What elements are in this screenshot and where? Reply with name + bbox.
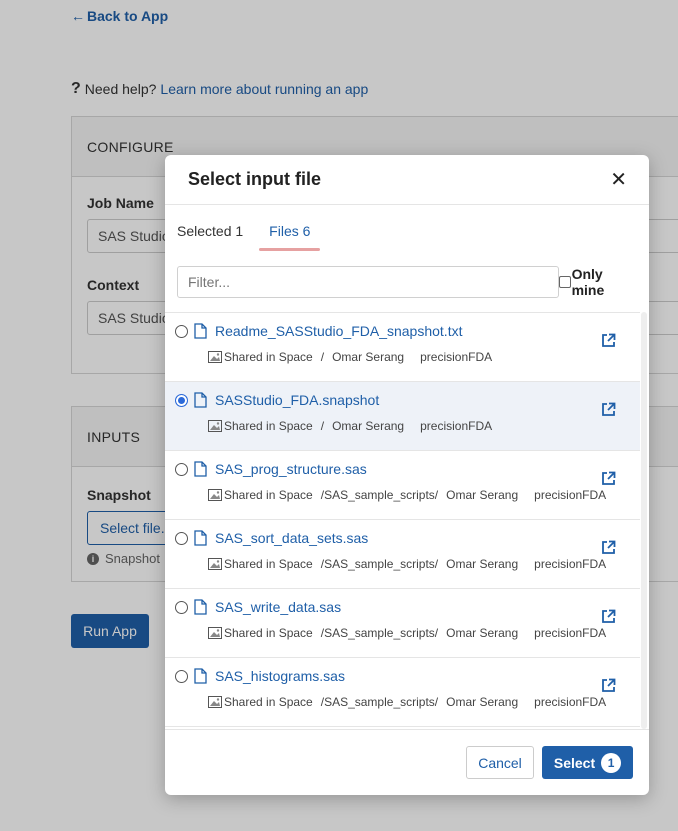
file-meta: Shared in Space/SAS_sample_scripts/Omar … <box>208 557 606 571</box>
file-owner: Omar Serang <box>446 695 519 709</box>
file-row[interactable]: SAS_sort_data_sets.sas Shared in Space/SA… <box>165 520 640 589</box>
only-mine-toggle[interactable]: Only mine <box>558 266 639 298</box>
file-icon <box>194 599 207 615</box>
file-org: precisionFDA <box>534 557 607 571</box>
external-link-icon[interactable] <box>601 609 616 624</box>
file-list-scrollbar[interactable] <box>641 312 647 729</box>
select-button[interactable]: Select 1 <box>542 746 633 779</box>
file-owner: Omar Serang <box>446 557 519 571</box>
image-placeholder-icon <box>208 696 222 708</box>
external-link-icon[interactable] <box>601 678 616 693</box>
file-path: / <box>320 419 325 433</box>
file-org: precisionFDA <box>420 419 493 433</box>
file-org: precisionFDA <box>534 695 607 709</box>
select-input-file-modal: Select input file ✕ Selected 1 Files 6 O… <box>165 155 649 795</box>
file-icon <box>194 392 207 408</box>
file-org: precisionFDA <box>534 488 607 502</box>
image-placeholder-icon <box>208 489 222 501</box>
only-mine-checkbox[interactable] <box>558 276 571 288</box>
file-row[interactable]: Readme_SASStudio_FDA_snapshot.txt Shared … <box>165 313 640 382</box>
file-row[interactable]: SAS_histograms.sas Shared in Space/SAS_sa… <box>165 658 640 727</box>
selected-count-badge: 1 <box>601 752 622 773</box>
external-link-icon[interactable] <box>601 540 616 555</box>
external-link-icon[interactable] <box>601 333 616 348</box>
tab-files[interactable]: Files 6 <box>259 223 321 251</box>
file-row[interactable]: SAS_write_data.sas Shared in Space/SAS_sa… <box>165 589 640 658</box>
external-link-icon[interactable] <box>601 402 616 417</box>
file-path: /SAS_sample_scripts/ <box>320 557 439 571</box>
file-radio[interactable] <box>175 463 188 476</box>
file-scope: Shared in Space <box>224 557 313 571</box>
file-name[interactable]: SASStudio_FDA.snapshot <box>215 392 379 408</box>
cancel-button[interactable]: Cancel <box>466 746 534 779</box>
file-radio[interactable] <box>175 325 188 338</box>
file-scope: Shared in Space <box>224 419 313 433</box>
file-name[interactable]: Readme_SASStudio_FDA_snapshot.txt <box>215 323 462 339</box>
file-owner: Omar Serang <box>446 488 519 502</box>
file-list: Readme_SASStudio_FDA_snapshot.txt Shared … <box>165 312 640 729</box>
file-owner: Omar Serang <box>446 626 519 640</box>
file-row[interactable]: SASStudio_FDA.snapshot Shared in Space / Om… <box>165 382 640 451</box>
file-org: precisionFDA <box>420 350 493 364</box>
filter-row: Only mine <box>177 266 639 298</box>
file-radio[interactable] <box>175 532 188 545</box>
only-mine-label: Only mine <box>571 266 605 298</box>
image-placeholder-icon <box>208 351 222 363</box>
file-meta: Shared in Space / Omar Serang precisionFDA <box>208 419 492 433</box>
file-meta: Shared in Space/SAS_sample_scripts/Omar … <box>208 488 606 502</box>
modal-footer: Cancel Select 1 <box>165 729 649 795</box>
close-icon[interactable]: ✕ <box>610 170 627 190</box>
file-owner: Omar Serang <box>332 350 405 364</box>
file-scope: Shared in Space <box>224 350 313 364</box>
modal-title: Select input file <box>188 169 322 189</box>
file-radio[interactable] <box>175 670 188 683</box>
file-name[interactable]: SAS_prog_structure.sas <box>215 461 367 477</box>
external-link-icon[interactable] <box>601 471 616 486</box>
file-meta: Shared in Space/SAS_sample_scripts/Omar … <box>208 695 606 709</box>
file-name[interactable]: SAS_write_data.sas <box>215 599 341 615</box>
file-scope: Shared in Space <box>224 626 313 640</box>
file-name[interactable]: SAS_histograms.sas <box>215 668 345 684</box>
file-org: precisionFDA <box>534 626 607 640</box>
modal-tabs: Selected 1 Files 6 <box>165 205 649 251</box>
file-radio[interactable] <box>175 394 188 407</box>
file-meta: Shared in Space / Omar Serang precisionFDA <box>208 350 492 364</box>
file-radio[interactable] <box>175 601 188 614</box>
file-owner: Omar Serang <box>332 419 405 433</box>
filter-input[interactable] <box>177 266 559 298</box>
file-icon <box>194 461 207 477</box>
file-path: /SAS_sample_scripts/ <box>320 626 439 640</box>
file-meta: Shared in Space/SAS_sample_scripts/Omar … <box>208 626 606 640</box>
image-placeholder-icon <box>208 558 222 570</box>
file-row[interactable]: SAS_prog_structure.sas Shared in Space/SA… <box>165 451 640 520</box>
modal-header: Select input file ✕ <box>165 155 649 205</box>
image-placeholder-icon <box>208 627 222 639</box>
image-placeholder-icon <box>208 420 222 432</box>
tab-selected[interactable]: Selected 1 <box>177 223 243 251</box>
file-icon <box>194 530 207 546</box>
file-scope: Shared in Space <box>224 488 313 502</box>
file-icon <box>194 323 207 339</box>
file-name[interactable]: SAS_sort_data_sets.sas <box>215 530 368 546</box>
file-path: /SAS_sample_scripts/ <box>320 488 439 502</box>
file-path: /SAS_sample_scripts/ <box>320 695 439 709</box>
select-button-label: Select <box>553 754 596 771</box>
file-path: / <box>320 350 325 364</box>
file-icon <box>194 668 207 684</box>
file-scope: Shared in Space <box>224 695 313 709</box>
